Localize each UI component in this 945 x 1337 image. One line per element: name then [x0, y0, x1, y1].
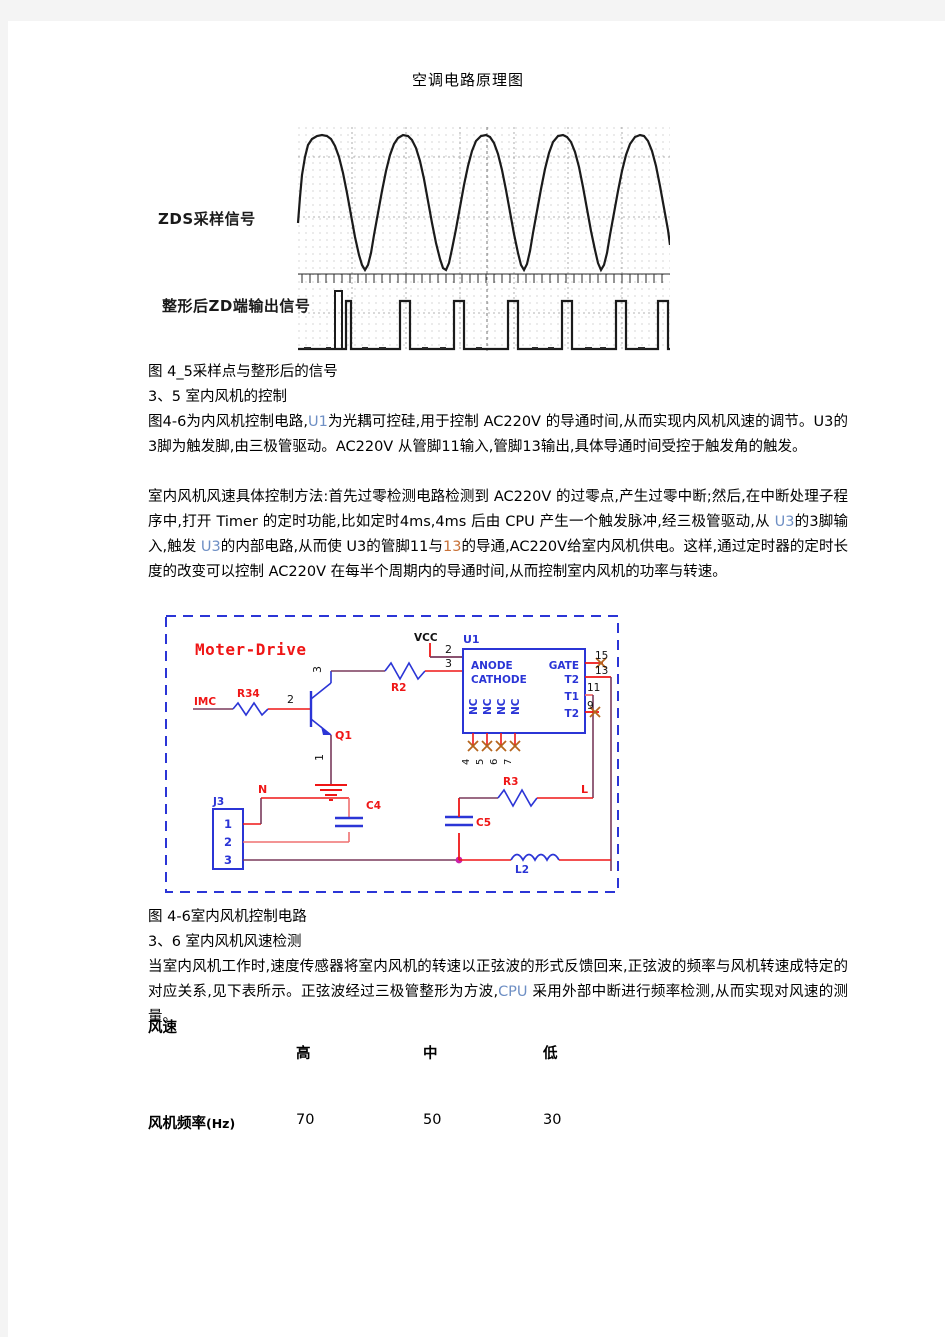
freq-label-text: 风机频率 [148, 1116, 206, 1132]
pin-label-q1-base: 2 [287, 693, 294, 706]
label-c4: C4 [366, 800, 381, 812]
label-vcc: VCC [414, 632, 438, 644]
inductor-l2 [510, 853, 560, 862]
pin-label-9: 9 [587, 700, 594, 712]
fan-speed-table: 风速 高 中 低 风机频率(Hz) 70 50 30 [148, 1016, 708, 1138]
label-r2: R2 [391, 682, 406, 694]
pin-name-gate: GATE [549, 660, 579, 672]
p1-text-a: 图4-6为内风机控制电路, [148, 414, 308, 430]
table-header-fan-speed: 风速 [148, 1020, 177, 1036]
label-u1: U1 [463, 633, 480, 646]
pin-name-anode: ANODE [471, 660, 513, 672]
oscilloscope-svg [296, 127, 670, 351]
label-l: L [581, 783, 588, 796]
pin-label-13: 13 [595, 665, 608, 677]
pin-label-q1-emitter: 1 [313, 754, 326, 761]
resistor-r2 [384, 661, 426, 681]
freq-label-unit: (Hz) [206, 1116, 236, 1131]
pin-label-j3-3: 3 [224, 853, 232, 867]
ref-pin-13: 13 [442, 539, 462, 555]
ref-cpu: CPU [498, 984, 528, 1000]
heading-section-3-6: 3、6 室内风机风速检测 [148, 934, 302, 950]
pin-name-t2-upper: T2 [565, 674, 579, 686]
capacitor-c4 [335, 816, 363, 828]
pin-name-cathode: CATHODE [471, 674, 527, 686]
pin-label-j3-1: 1 [224, 817, 232, 831]
pin-name-nc-3: NC [496, 698, 508, 715]
p2-text-c: 的内部电路,从而使 U3的管脚11与 [220, 539, 443, 555]
scope-label-zds: ZDS采样信号 [158, 210, 256, 228]
capacitor-c5 [445, 815, 473, 827]
pin-label-15: 15 [595, 650, 608, 662]
table-row-speed-label: 风速 [148, 1016, 708, 1042]
pin-name-nc-2: NC [482, 698, 494, 715]
pin-label-nc-4: 4 [461, 759, 472, 765]
label-r3: R3 [503, 776, 518, 788]
schematic-title-text: Moter-Drive [195, 640, 306, 659]
label-q1: Q1 [335, 729, 352, 742]
resistor-r3 [497, 788, 538, 808]
pin-label-nc-6: 6 [489, 759, 500, 765]
table-column-high: 高 [296, 1046, 311, 1062]
nc-x-marks [467, 740, 521, 752]
table-row-frequency: 风机频率(Hz) 70 50 30 [148, 1112, 708, 1138]
table-cell-freq-high: 70 [296, 1112, 315, 1128]
scope-label-zd-output: 整形后ZD端输出信号 [162, 297, 311, 315]
pin-label-u1-3: 3 [445, 657, 452, 670]
heading-section-3-5: 3、5 室内风机的控制 [148, 389, 288, 405]
pin-name-t1: T1 [565, 691, 579, 703]
pin-name-nc-1: NC [468, 698, 480, 715]
pin-name-t2-lower: T2 [565, 708, 579, 720]
table-cell-freq-medium: 50 [423, 1112, 442, 1128]
table-column-medium: 中 [423, 1046, 438, 1062]
figure-caption-4-5: 图 4_5采样点与整形后的信号 [148, 364, 338, 380]
label-n: N [258, 783, 267, 796]
oscilloscope-figure: ZDS采样信号 整形后ZD端输出信号 [130, 113, 670, 356]
table-row-columns: 高 中 低 [148, 1042, 708, 1068]
table-cell-freq-low: 30 [543, 1112, 562, 1128]
ref-u3-first: U3 [774, 514, 795, 530]
label-c5: C5 [476, 817, 491, 829]
figure-caption-4-6: 图 4-6室内风机控制电路 [148, 909, 307, 925]
pin-label-11: 11 [587, 682, 600, 694]
paragraph-3-5-1: 图4-6为内风机控制电路,U1为光耦可控硅,用于控制 AC220V 的导通时间,… [148, 410, 848, 460]
label-l2: L2 [515, 864, 529, 876]
label-j3: J3 [212, 796, 224, 808]
paragraph-3-5-2: 室内风机风速具体控制方法:首先过零检测电路检测到 AC220V 的过零点,产生过… [148, 485, 848, 585]
pin-label-u1-2: 2 [445, 643, 452, 656]
ref-u1: U1 [307, 414, 328, 430]
pin-label-q1-collector: 3 [311, 666, 324, 673]
resistor-r34 [232, 701, 269, 717]
pin-label-nc-5: 5 [475, 759, 486, 765]
ref-u3-second: U3 [200, 539, 221, 555]
motor-drive-schematic: Moter-Drive IMC R34 2 Q1 3 1 R2 3 VCC 2 … [163, 613, 623, 897]
pin-name-nc-4: NC [510, 698, 522, 715]
page-title: 空调电路原理图 [411, 71, 524, 89]
schematic-svg: Moter-Drive IMC R34 2 Q1 3 1 R2 3 VCC 2 … [165, 615, 619, 893]
pin-label-j3-2: 2 [224, 835, 232, 849]
label-imc: IMC [194, 696, 216, 708]
table-spacer-row [148, 1068, 708, 1112]
document-page: 空调电路原理图 ZDS采样信号 整形后ZD端输出信号 图 4_5采样点与整形后的… [8, 21, 945, 1337]
p2-text-a: 室内风机风速具体控制方法:首先过零检测电路检测到 AC220V 的过零点,产生过… [148, 489, 848, 530]
table-row-label-frequency: 风机频率(Hz) [148, 1112, 235, 1133]
table-column-low: 低 [543, 1046, 558, 1062]
label-r34: R34 [237, 688, 260, 700]
pin-label-nc-7: 7 [503, 759, 514, 765]
